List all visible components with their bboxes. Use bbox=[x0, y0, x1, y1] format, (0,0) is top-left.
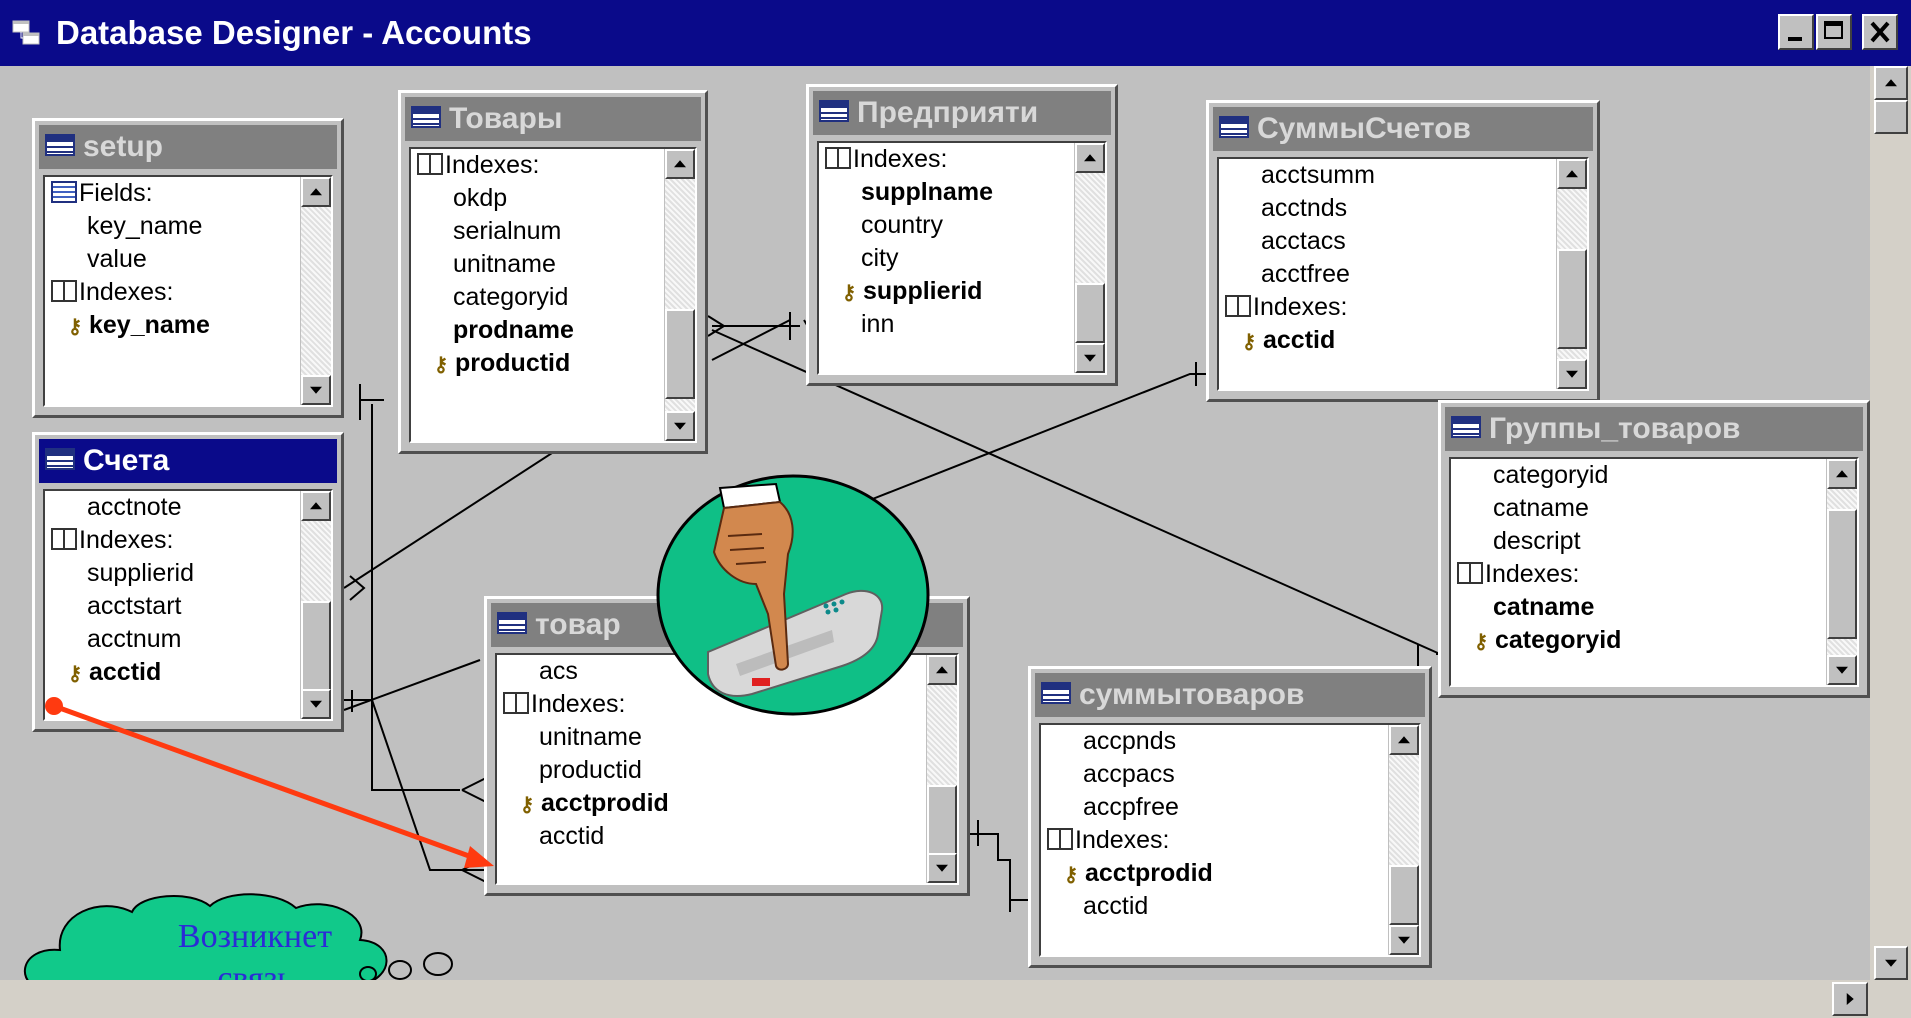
scroll-thumb[interactable] bbox=[1874, 100, 1908, 134]
vertical-scrollbar[interactable] bbox=[1870, 66, 1911, 1018]
horizontal-scrollbar[interactable] bbox=[0, 980, 1870, 1018]
annotation-arrow bbox=[45, 697, 494, 868]
callout-line-1: Возникнет bbox=[177, 918, 333, 955]
scroll-up-button[interactable] bbox=[1874, 66, 1908, 100]
scroll-right-button[interactable] bbox=[1832, 982, 1868, 1016]
scroll-down-button[interactable] bbox=[1874, 946, 1908, 980]
